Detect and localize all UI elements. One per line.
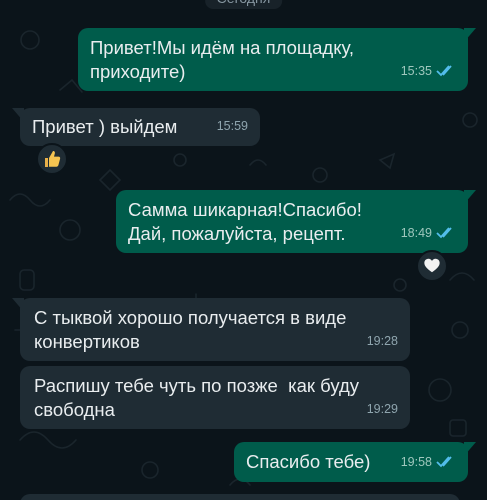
- message-meta: 19:28: [367, 329, 398, 353]
- reaction-thumbs-up[interactable]: [36, 143, 68, 175]
- chat-area[interactable]: Сегодня Привет!Мы идём на площадку, прих…: [0, 0, 487, 500]
- message-bubble-incoming-partial[interactable]: [20, 494, 460, 500]
- white-heart-icon: [424, 258, 440, 273]
- message-text: Распишу тебе чуть по позже как буду своб…: [34, 375, 360, 420]
- bubble-tail: [12, 108, 24, 122]
- message-bubble-outgoing[interactable]: Привет!Мы идём на площадку, приходите) 1…: [78, 28, 476, 91]
- thumbs-up-icon: [45, 151, 61, 167]
- message-time: 15:35: [400, 64, 432, 78]
- double-check-read-icon: [436, 456, 452, 468]
- message-bubble-incoming[interactable]: Распишу тебе чуть по позже как буду своб…: [20, 366, 410, 429]
- message-meta: 19:58: [401, 450, 456, 474]
- bubble-tail: [464, 190, 476, 204]
- message-meta: 18:49: [401, 221, 456, 245]
- bubble-tail: [464, 28, 476, 42]
- bubble-tail: [12, 298, 24, 312]
- message-bubble-incoming[interactable]: Привет ) выйдем 15:59: [12, 108, 260, 146]
- message-meta: 15:35: [401, 59, 456, 83]
- message-time: 19:29: [366, 402, 398, 416]
- message-time: 18:49: [400, 226, 432, 240]
- message-bubble-outgoing[interactable]: Самма шикарная!Спасибо! Дай, пожалуйста,…: [116, 190, 476, 253]
- message-text: Привет ) выйдем: [32, 116, 178, 137]
- reaction-white-heart[interactable]: [416, 250, 448, 282]
- bubble-tail: [464, 442, 476, 456]
- message-time: 19:58: [400, 455, 432, 469]
- message-meta: 15:59: [217, 114, 248, 138]
- message-time: 19:28: [366, 334, 398, 348]
- message-meta: 19:29: [367, 397, 398, 421]
- message-time: 15:59: [216, 119, 248, 133]
- date-divider: Сегодня: [204, 0, 283, 9]
- message-bubble-outgoing[interactable]: Спасибо тебе) 19:58: [234, 442, 476, 482]
- message-text: С тыквой хорошо получается в виде конвер…: [34, 307, 347, 352]
- message-bubble-incoming[interactable]: С тыквой хорошо получается в виде конвер…: [12, 298, 410, 361]
- double-check-read-icon: [436, 65, 452, 77]
- double-check-read-icon: [436, 227, 452, 239]
